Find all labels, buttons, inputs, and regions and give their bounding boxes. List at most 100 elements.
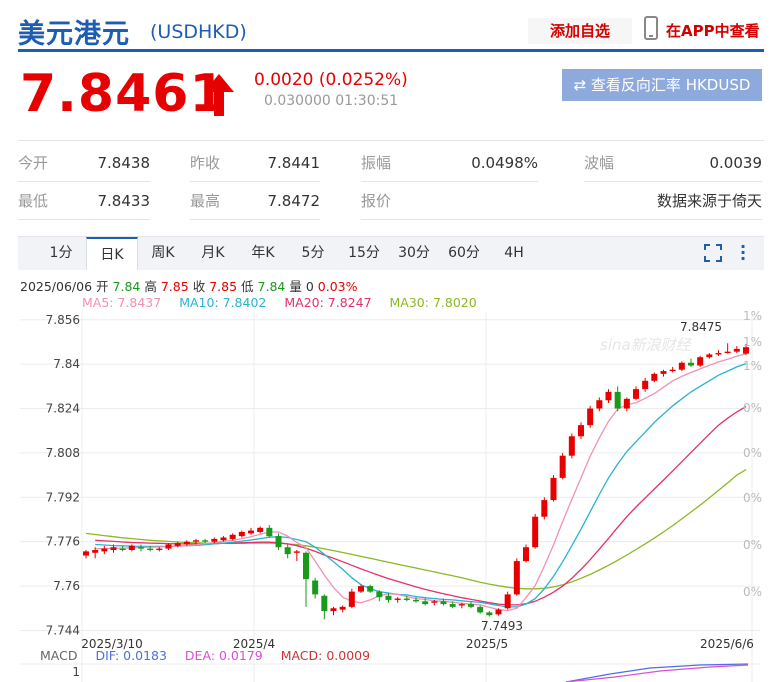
candle [550,475,557,502]
candle-body [532,516,539,548]
candle [101,545,108,555]
candle-body [550,477,557,501]
candle-body [458,604,465,606]
right-tick-label: 1% [743,359,762,373]
macd-dea: DEA: 0.0179 [184,648,263,663]
right-tick-label: 1% [743,309,762,323]
candle [477,605,484,614]
candle-body [321,595,328,612]
macd-dif: DIF: 0.0183 [95,648,167,663]
y-tick-label: 7.856 [46,313,80,327]
candle-body [83,551,89,556]
x-tick-label: 2025/6/6 [700,637,754,651]
candle-body [706,354,713,358]
candle-body [541,500,548,517]
candle-body [348,591,355,607]
candle [587,405,594,428]
candle [697,355,704,367]
candle [568,433,575,459]
macd-panel: 1 [20,663,760,682]
max-price-label: 7.8475 [680,320,722,334]
candle [669,366,676,373]
candle [578,422,584,440]
candle [156,547,163,552]
candle-body [183,541,190,545]
right-tick-label: 0% [743,585,762,599]
candle-body [128,545,135,551]
kline-chart[interactable]: sina新浪财经 7.8567.847.8247.8087.7927.7767.… [0,0,782,682]
candle-body [715,353,722,355]
candle-body [605,391,612,401]
candle-body [229,534,236,539]
candle-body [733,348,740,352]
candle [688,358,694,367]
macd-title: MACD [40,648,78,663]
candle [660,369,667,377]
min-price-label: 7.7493 [481,619,523,633]
candle-body [678,362,685,370]
candle [248,527,254,535]
right-tick-label: 1% [743,335,762,349]
macd-axis-label: 1 [72,665,80,679]
candle-body [578,425,584,437]
candle [504,591,511,610]
candle [541,497,548,520]
candle-body [193,540,199,542]
candle-body [669,369,676,372]
candle-body [367,586,374,592]
candle-body [403,598,410,600]
right-tick-label: 0% [743,446,762,460]
chart-grid [20,312,760,682]
candle-body [568,436,575,456]
candle [559,452,566,480]
candle [376,590,383,602]
macd-value: MACD: 0.0009 [280,648,371,663]
ma30-line [85,469,747,590]
candle-body [101,548,108,552]
candle-body [211,538,218,542]
candle [724,343,731,354]
candle [339,605,346,613]
candle [523,544,529,563]
candle-body [440,601,447,605]
candle-body [330,608,337,612]
candle-body [596,400,603,409]
candle-body [697,357,704,366]
candle [486,611,493,617]
candle-body [495,609,502,615]
candle [706,353,713,359]
candle [715,350,722,356]
candle [513,558,520,596]
candle [321,594,328,620]
candlesticks [83,343,749,620]
candle [651,372,658,383]
candle-body [248,530,254,534]
candle-body [303,552,309,580]
candle [733,346,740,354]
candle [633,386,639,401]
right-tick-label: 0% [743,401,762,415]
candle-body [633,389,639,399]
candle [532,513,539,549]
candle-body [477,606,484,613]
candle [623,397,630,412]
candle [275,533,282,551]
candle-body [156,548,163,551]
candle-body [376,591,383,598]
candle-body [486,612,493,616]
candle-body [312,580,319,595]
candle-body [202,540,209,542]
candle-body [339,606,346,610]
candle-body [293,551,300,553]
candle-body [623,398,630,409]
candle [642,378,649,392]
candle-body [504,594,511,609]
y-tick-label: 7.744 [46,623,80,637]
y-tick-label: 7.84 [53,357,80,371]
y-tick-label: 7.824 [46,402,80,416]
candle-body [660,371,667,374]
chart-axes: 7.856 7.84 7.824 7.808 7.792 7.776 7.76 7.744 1%… [46,309,762,651]
candle-body [257,527,264,532]
candle [596,397,603,412]
candle-body [147,548,154,551]
